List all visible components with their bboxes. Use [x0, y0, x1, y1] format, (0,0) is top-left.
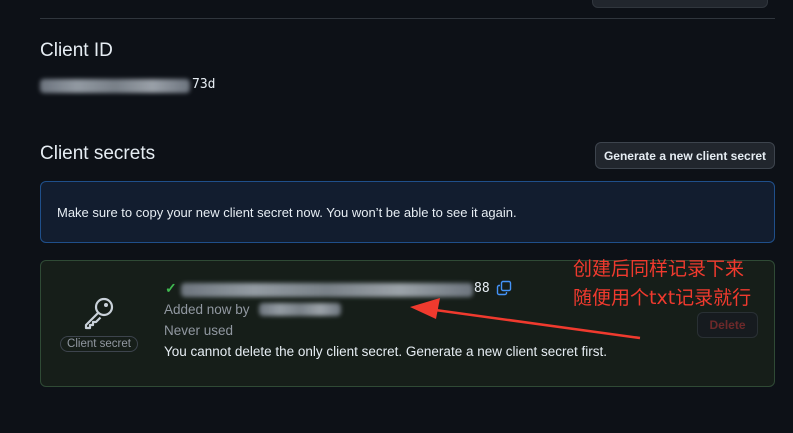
- red-arrow-annotation: [410, 298, 641, 340]
- annotation-line-2: 随便用个txt记录就行: [573, 287, 752, 309]
- annotation-line-1: 创建后同样记录下来: [573, 258, 745, 280]
- annotation-text: 创建后同样记录下来 随便用个txt记录就行: [573, 255, 751, 313]
